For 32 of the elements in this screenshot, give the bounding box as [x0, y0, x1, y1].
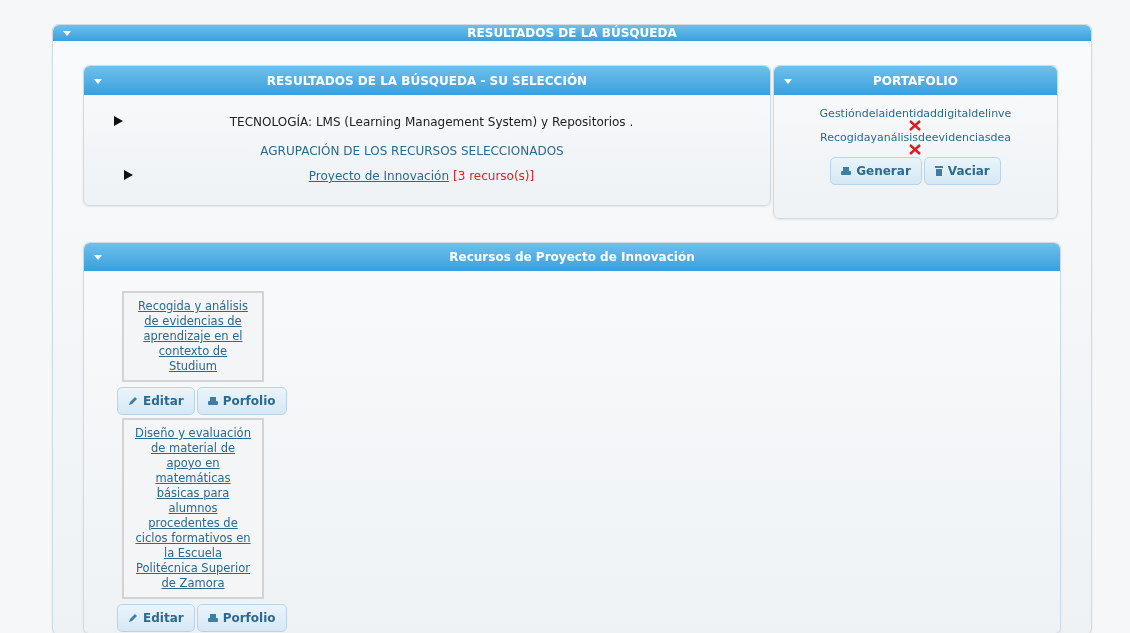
grouping-heading: AGRUPACIÓN DE LOS RECURSOS SELECCIONADOS	[260, 144, 564, 158]
collapse-icon[interactable]	[94, 255, 102, 260]
edit-button[interactable]: Editar	[117, 387, 195, 415]
remove-icon[interactable]	[909, 120, 922, 131]
panel-header: PORTAFOLIO	[774, 66, 1057, 95]
portfolio-button[interactable]: Porfolio	[196, 604, 287, 632]
resource-count: [3 recurso(s)]	[453, 169, 535, 183]
portfolio-item[interactable]: Recogidayanálisisdeevidenciasdea	[820, 131, 1011, 144]
collapse-icon[interactable]	[94, 78, 102, 84]
printer-icon	[207, 396, 218, 406]
remove-icon[interactable]	[909, 144, 922, 155]
printer-icon	[841, 166, 852, 176]
trash-icon	[934, 166, 943, 176]
empty-button[interactable]: Vaciar	[923, 157, 1001, 185]
generate-button[interactable]: Generar	[830, 157, 922, 185]
pencil-icon	[128, 613, 138, 623]
expand-icon[interactable]	[124, 169, 133, 180]
resource-link[interactable]: Recogida y análisis de evidencias de aprendizaje en el contexto de Studium	[133, 299, 253, 374]
collapse-icon[interactable]	[63, 31, 71, 36]
panel-header: RESULTADOS DE LA BÚSQUEDA	[53, 25, 1091, 41]
technology-label: TECNOLOGÍA: LMS (Learning Management System) y Repositorios .	[229, 115, 634, 129]
portfolio-item[interactable]: Gestióndelaidentidaddigitaldelinve	[819, 107, 1012, 120]
resource-link[interactable]: Diseño y evaluación de material de apoyo en matemáticas básicas para alumnos procedentes de ciclos formativos en la Escuela Politécnica Superior de Zamora	[133, 426, 253, 591]
expand-icon[interactable]	[114, 115, 123, 126]
edit-button[interactable]: Editar	[117, 604, 195, 632]
collapse-icon[interactable]	[784, 78, 792, 84]
panel-header: RESULTADOS DE LA BÚSQUEDA - SU SELECCIÓN	[84, 66, 770, 95]
panel-header: Recursos de Proyecto de Innovación	[84, 243, 1060, 271]
printer-icon	[207, 613, 218, 623]
group-link[interactable]: Proyecto de Innovación	[308, 169, 449, 183]
pencil-icon	[128, 396, 138, 406]
portfolio-button[interactable]: Porfolio	[196, 387, 287, 415]
